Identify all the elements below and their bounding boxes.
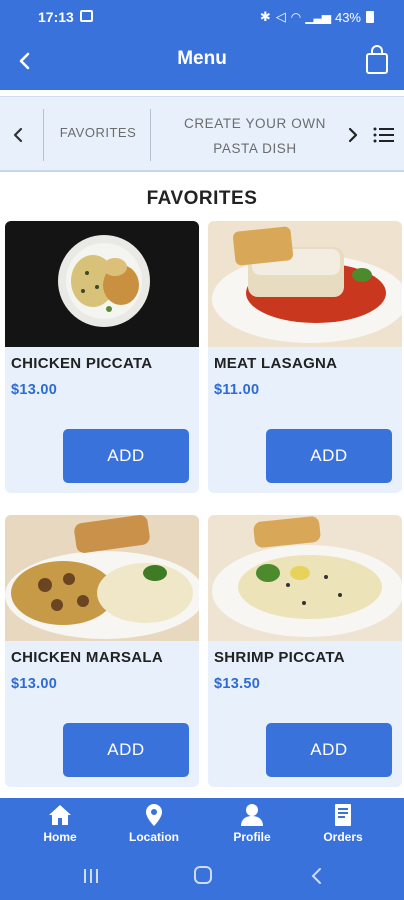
menu-item-card[interactable]: CHICKEN MARSALA $13.00 ADD xyxy=(5,515,199,787)
nav-label: Home xyxy=(43,830,77,844)
dish-price: $11.00 xyxy=(214,382,260,398)
nav-label: Location xyxy=(129,830,179,844)
recent-apps-icon[interactable] xyxy=(82,868,100,884)
status-time: 17:13 xyxy=(38,9,74,25)
dish-price: $13.50 xyxy=(214,676,261,692)
dish-image xyxy=(5,221,199,347)
category-tab-label-line2: PASTA DISH xyxy=(213,141,297,156)
list-menu-icon[interactable] xyxy=(372,123,396,147)
add-button[interactable]: ADD xyxy=(266,723,392,777)
add-button[interactable]: ADD xyxy=(266,429,392,483)
battery-icon xyxy=(366,11,374,23)
dish-name: CHICKEN MARSALA xyxy=(11,649,163,666)
wifi-icon: ◠ xyxy=(290,10,302,24)
category-tab-label-line1: CREATE YOUR OWN xyxy=(183,116,326,131)
dish-image xyxy=(208,221,402,347)
nav-label: Profile xyxy=(233,830,271,844)
category-tab-create-your-own[interactable]: CREATE YOUR OWN PASTA DISH xyxy=(166,111,344,161)
dish-price: $13.00 xyxy=(11,676,58,692)
add-button[interactable]: ADD xyxy=(63,723,189,777)
add-button[interactable]: ADD xyxy=(63,429,189,483)
battery-percent: 43% xyxy=(334,9,361,25)
location-pin-icon xyxy=(146,804,162,826)
bluetooth-icon: ✱ xyxy=(259,9,271,24)
system-back-icon[interactable] xyxy=(308,866,324,886)
shopping-bag-icon[interactable] xyxy=(364,44,390,76)
nav-item-orders[interactable]: Orders xyxy=(303,802,383,850)
menu-item-card[interactable]: SHRIMP PICCATA $13.50 ADD xyxy=(208,515,402,787)
status-bar: 17:13 ✱ ◁ ◠ ▁▃▅ 43% xyxy=(0,0,404,34)
home-icon xyxy=(49,805,71,825)
nav-item-location[interactable]: Location xyxy=(114,802,194,850)
signal-icon: ▁▃▅ xyxy=(305,10,331,24)
system-nav-bar xyxy=(0,852,404,900)
receipt-icon xyxy=(335,804,351,826)
dish-image xyxy=(5,515,199,641)
person-icon xyxy=(241,804,263,826)
nav-item-profile[interactable]: Profile xyxy=(212,802,292,850)
page-title: Menu xyxy=(177,48,227,69)
category-next-icon[interactable] xyxy=(342,121,364,149)
category-divider xyxy=(43,109,44,161)
section-title: FAVORITES xyxy=(146,188,258,209)
dish-image xyxy=(208,515,402,641)
nav-label: Orders xyxy=(323,830,363,844)
menu-item-card[interactable]: MEAT LASAGNA $11.00 ADD xyxy=(208,221,402,493)
home-button-icon[interactable] xyxy=(194,866,212,884)
bottom-nav: Home Location Profile Orders xyxy=(0,798,404,852)
category-tab-favorites[interactable]: FAVORITES xyxy=(46,125,150,140)
status-icons: ✱ ◁ ◠ ▁▃▅ 43% xyxy=(260,9,374,25)
menu-item-card[interactable]: CHICKEN PICCATA $13.00 ADD xyxy=(5,221,199,493)
mute-icon: ◁ xyxy=(275,9,286,24)
dish-price: $13.00 xyxy=(11,382,58,398)
dish-name: CHICKEN PICCATA xyxy=(11,355,153,372)
category-divider xyxy=(150,109,151,161)
category-bar: FAVORITES CREATE YOUR OWN PASTA DISH xyxy=(0,96,404,172)
gallery-notification-icon xyxy=(80,10,93,22)
app-header: Menu xyxy=(0,34,404,90)
nav-item-home[interactable]: Home xyxy=(20,802,100,850)
dish-name: MEAT LASAGNA xyxy=(214,355,338,372)
dish-name: SHRIMP PICCATA xyxy=(214,649,345,666)
category-prev-icon[interactable] xyxy=(6,121,30,149)
